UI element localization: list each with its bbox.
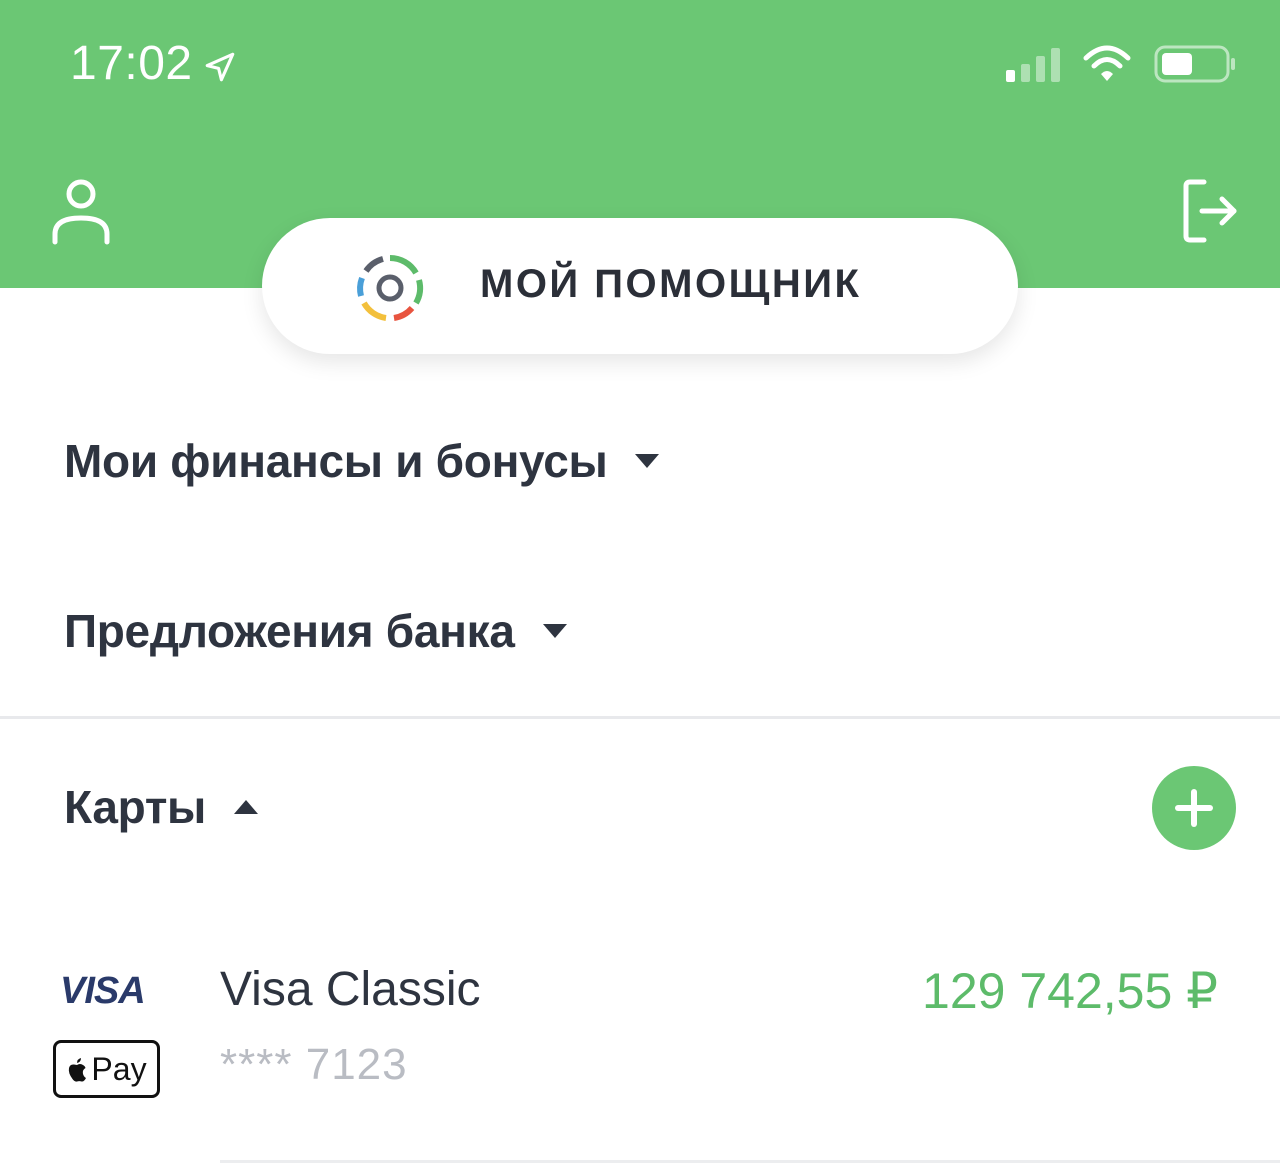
status-icons: [1006, 44, 1236, 84]
caret-down-icon: [542, 624, 567, 638]
finances-section-title: Мои финансы и бонусы: [64, 435, 608, 487]
user-icon[interactable]: [50, 178, 112, 246]
status-time: 17:02: [70, 36, 237, 91]
card-name: Visa Classic: [220, 963, 481, 1016]
wifi-icon: [1083, 45, 1131, 81]
status-time-text: 17:02: [70, 37, 193, 90]
finances-section-toggle[interactable]: Мои финансы и бонусы: [64, 434, 661, 488]
apple-icon: [69, 1058, 87, 1082]
logout-icon[interactable]: [1182, 178, 1240, 244]
assistant-logo-icon: [357, 254, 424, 321]
card-number: **** 7123: [220, 1040, 408, 1089]
add-card-button[interactable]: [1152, 766, 1236, 850]
row-divider: [220, 1160, 1280, 1163]
caret-down-icon: [635, 454, 660, 468]
apple-pay-text: Pay: [91, 1050, 147, 1087]
section-divider: [0, 716, 1280, 719]
battery-icon: [1154, 45, 1235, 83]
card-balance: 129 742,55 ₽: [922, 963, 1218, 1019]
assistant-label: МОЙ ПОМОЩНИК: [480, 262, 862, 306]
offers-section-toggle[interactable]: Предложения банка: [64, 604, 569, 658]
offers-section-title: Предложения банка: [64, 605, 515, 657]
cards-section-toggle[interactable]: Карты: [64, 780, 260, 834]
cellular-signal-icon: [1006, 46, 1060, 82]
assistant-button[interactable]: МОЙ ПОМОЩНИК: [262, 218, 1018, 354]
plus-icon: [1175, 789, 1213, 827]
caret-up-icon: [234, 800, 259, 814]
visa-logo: VISA: [60, 970, 146, 1012]
cards-section-title: Карты: [64, 781, 207, 833]
apple-pay-badge: Pay: [53, 1040, 160, 1098]
location-arrow-icon: [205, 52, 234, 81]
